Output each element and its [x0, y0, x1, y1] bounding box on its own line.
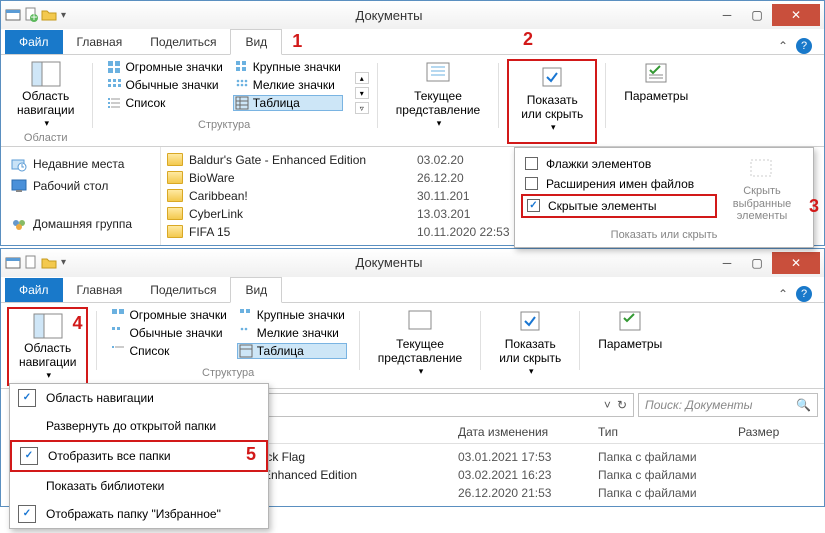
- options-button[interactable]: Параметры: [592, 307, 668, 354]
- help-icon[interactable]: ?: [796, 38, 812, 54]
- sidebar-recent[interactable]: Недавние места: [5, 153, 156, 175]
- group-areas: Области: [24, 132, 68, 144]
- help-icon[interactable]: ?: [796, 286, 812, 302]
- close-button[interactable]: ✕: [772, 252, 820, 274]
- folder-icon: [167, 225, 183, 238]
- menu-show-libs[interactable]: Показать библиотеки: [10, 472, 268, 500]
- show-hide-button[interactable]: Показать или скрыть▾: [515, 63, 589, 134]
- popup-file-ext[interactable]: Расширения имен файлов: [521, 174, 717, 194]
- current-view-button[interactable]: Текущее представление▾: [372, 307, 468, 378]
- gallery-more-icon[interactable]: ▾: [355, 87, 369, 99]
- tab-share[interactable]: Поделиться: [136, 278, 230, 302]
- tab-file[interactable]: Файл: [5, 278, 63, 302]
- refresh-icon[interactable]: ↻: [617, 398, 627, 412]
- ribbon-tabs: Файл Главная Поделиться Вид 1 2 ⌃ ?: [1, 29, 824, 55]
- sidebar-desktop[interactable]: Рабочий стол: [5, 175, 156, 197]
- annotation-1: 1: [292, 31, 302, 52]
- folder-icon: [167, 171, 183, 184]
- show-hide-popup: Флажки элементов Расширения имен файлов …: [514, 147, 814, 248]
- annotation-2: 2: [523, 29, 533, 50]
- maximize-button[interactable]: ▢: [742, 252, 772, 274]
- tab-view[interactable]: Вид: [230, 277, 282, 303]
- menu-show-fav[interactable]: Отображать папку "Избранное": [10, 500, 268, 528]
- minimize-button[interactable]: ─: [712, 4, 742, 26]
- nav-pane-button[interactable]: Область навигации▾: [11, 59, 80, 130]
- title-bar: ▾ Документы ─ ▢ ✕: [1, 249, 824, 277]
- new-doc-icon[interactable]: [23, 255, 39, 271]
- ribbon-collapse-icon[interactable]: ⌃: [778, 39, 788, 53]
- recent-icon: [11, 156, 27, 172]
- tab-view[interactable]: Вид: [230, 29, 282, 55]
- options-button[interactable]: Параметры: [618, 59, 694, 106]
- show-hide-button[interactable]: Показать или скрыть▾: [493, 307, 567, 378]
- popup-item-checkboxes[interactable]: Флажки элементов: [521, 154, 717, 174]
- tab-share[interactable]: Поделиться: [136, 30, 230, 54]
- popup-hidden-items[interactable]: Скрытые элементы: [521, 194, 717, 218]
- desktop-icon: [11, 178, 27, 194]
- maximize-button[interactable]: ▢: [742, 4, 772, 26]
- gallery-more-icon[interactable]: ▿: [355, 102, 369, 114]
- minimize-button[interactable]: ─: [712, 252, 742, 274]
- hide-selected-button[interactable]: Скрыть выбранные элементы: [717, 154, 807, 225]
- search-input[interactable]: Поиск: Документы 🔍: [638, 393, 818, 417]
- gallery-more-icon[interactable]: ▴: [355, 72, 369, 84]
- dropdown-icon[interactable]: ˅: [604, 398, 611, 412]
- svg-text:+: +: [30, 10, 37, 23]
- group-layout: Структура: [198, 119, 250, 131]
- nav-pane-menu: Область навигации Развернуть до открытой…: [9, 383, 269, 529]
- annotation-5: 5: [246, 444, 256, 465]
- close-button[interactable]: ✕: [772, 4, 820, 26]
- app-icon: [5, 7, 21, 23]
- nav-sidebar: Недавние места Рабочий стол Домашняя гру…: [1, 147, 161, 245]
- homegroup-icon: [11, 216, 27, 232]
- menu-nav-pane[interactable]: Область навигации: [10, 384, 268, 412]
- folder-icon: [167, 153, 183, 166]
- folder-icon: [167, 207, 183, 220]
- open-folder-icon[interactable]: [41, 255, 57, 271]
- tab-file[interactable]: Файл: [5, 30, 63, 54]
- layout-gallery[interactable]: Огромные значки Крупные значки Обычные з…: [109, 307, 346, 359]
- title-bar: + ▾ Документы ─ ▢ ✕: [1, 1, 824, 29]
- open-folder-icon[interactable]: [41, 7, 57, 23]
- menu-show-all[interactable]: Отобразить все папки 5: [10, 440, 268, 472]
- nav-pane-label: Область навигации: [17, 90, 74, 118]
- annotation-3: 3: [809, 196, 819, 217]
- current-view-button[interactable]: Текущее представление▾: [390, 59, 486, 130]
- menu-expand[interactable]: Развернуть до открытой папки: [10, 412, 268, 440]
- sidebar-homegroup[interactable]: Домашняя группа: [5, 213, 156, 235]
- annotation-4: 4: [72, 313, 82, 334]
- ribbon-collapse-icon[interactable]: ⌃: [778, 287, 788, 301]
- ribbon: Область навигации▾ Области Огромные знач…: [1, 55, 824, 147]
- window-title: Документы: [66, 255, 712, 270]
- layout-gallery[interactable]: Огромные значки Крупные значки Обычные з…: [105, 59, 342, 111]
- search-icon[interactable]: 🔍: [796, 398, 811, 412]
- folder-icon: [167, 189, 183, 202]
- tab-home[interactable]: Главная: [63, 30, 137, 54]
- new-doc-icon[interactable]: +: [23, 7, 39, 23]
- tab-home[interactable]: Главная: [63, 278, 137, 302]
- window-title: Документы: [66, 8, 712, 23]
- app-icon: [5, 255, 21, 271]
